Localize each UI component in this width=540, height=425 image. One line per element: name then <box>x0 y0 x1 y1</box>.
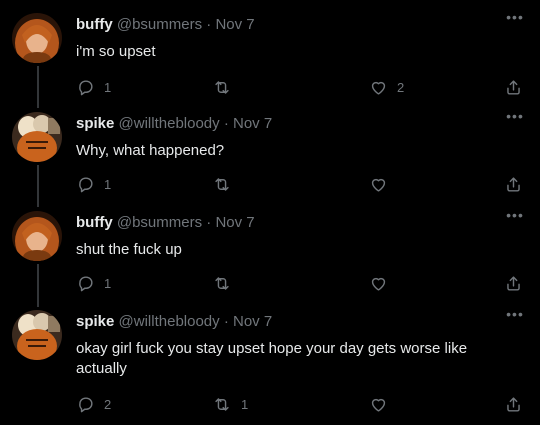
share-icon <box>507 396 520 412</box>
tweet[interactable]: spike @willthebloody · Nov 7 ••• okay gi… <box>0 307 540 415</box>
reply-button[interactable]: 1 <box>76 174 111 194</box>
reply-count: 1 <box>104 275 112 291</box>
tweet-actions: 2 1 <box>0 394 540 414</box>
spike-avatar[interactable] <box>12 112 62 162</box>
like-button[interactable] <box>369 394 397 414</box>
reply-count: 1 <box>104 176 112 192</box>
spike-avatar[interactable] <box>12 310 62 360</box>
display-name[interactable]: buffy <box>76 16 113 33</box>
reply-button[interactable]: 1 <box>76 77 111 97</box>
user-handle[interactable]: @willthebloody <box>119 115 220 132</box>
like-count: 2 <box>397 79 405 95</box>
tweet-header: spike @willthebloody · Nov 7 <box>76 115 272 133</box>
reply-count: 1 <box>104 79 112 95</box>
heart-icon <box>371 81 386 95</box>
tweet-actions: 1 <box>0 273 540 293</box>
more-options-icon[interactable]: ••• <box>505 307 525 324</box>
separator-dot: · <box>223 313 229 330</box>
tweet-header: buffy @bsummers · Nov 7 <box>76 16 255 34</box>
heart-icon <box>371 398 386 412</box>
tweet[interactable]: spike @willthebloody · Nov 7 ••• Why, wh… <box>0 109 540 200</box>
buffy-avatar[interactable] <box>12 13 62 63</box>
tweet-text: shut the fuck up <box>76 241 182 258</box>
more-options-icon[interactable]: ••• <box>505 10 525 27</box>
share-icon <box>507 176 520 192</box>
display-name[interactable]: spike <box>76 313 114 330</box>
share-button[interactable] <box>504 394 523 414</box>
retweet-count: 1 <box>241 396 249 412</box>
tweet-actions: 1 <box>0 174 540 194</box>
tweet-date[interactable]: Nov 7 <box>233 115 272 132</box>
heart-icon <box>371 178 386 192</box>
tweet-actions: 1 2 <box>0 77 540 97</box>
user-handle[interactable]: @bsummers <box>117 16 202 33</box>
like-button[interactable]: 2 <box>369 77 404 97</box>
more-options-icon[interactable]: ••• <box>505 208 525 225</box>
tweet-header: buffy @bsummers · Nov 7 <box>76 214 255 232</box>
tweet-date[interactable]: Nov 7 <box>215 214 254 231</box>
reply-button[interactable]: 1 <box>76 273 111 293</box>
retweet-button[interactable] <box>212 174 241 194</box>
reply-icon <box>79 275 93 291</box>
display-name[interactable]: buffy <box>76 214 113 231</box>
separator-dot: · <box>206 214 212 231</box>
reply-icon <box>79 396 93 412</box>
tweet-text: i'm so upset <box>76 43 156 60</box>
buffy-avatar[interactable] <box>12 211 62 261</box>
user-handle[interactable]: @willthebloody <box>119 313 220 330</box>
like-button[interactable] <box>369 273 397 293</box>
retweet-button[interactable] <box>212 77 241 97</box>
tweet-text: okay girl fuck you stay upset hope your … <box>76 340 468 377</box>
tweet[interactable]: buffy @bsummers · Nov 7 ••• shut the fuc… <box>0 208 540 299</box>
tweet-date[interactable]: Nov 7 <box>215 16 254 33</box>
reply-count: 2 <box>104 396 112 412</box>
separator-dot: · <box>206 16 212 33</box>
user-handle[interactable]: @bsummers <box>117 214 202 231</box>
retweet-icon <box>215 177 229 191</box>
display-name[interactable]: spike <box>76 115 114 132</box>
retweet-icon <box>215 80 229 94</box>
more-options-icon[interactable]: ••• <box>505 109 525 126</box>
reply-icon <box>79 79 93 95</box>
heart-icon <box>371 277 386 291</box>
separator-dot: · <box>223 115 229 132</box>
reply-button[interactable]: 2 <box>76 394 111 414</box>
share-button[interactable] <box>504 77 523 97</box>
share-button[interactable] <box>504 174 523 194</box>
share-button[interactable] <box>504 273 523 293</box>
retweet-button[interactable]: 1 <box>212 394 248 414</box>
retweet-icon <box>215 276 229 290</box>
like-button[interactable] <box>369 174 397 194</box>
reply-icon <box>79 176 93 192</box>
tweet-text: Why, what happened? <box>76 142 225 159</box>
share-icon <box>507 275 520 291</box>
tweet[interactable]: buffy @bsummers · Nov 7 ••• i'm so upset… <box>0 10 540 101</box>
share-icon <box>507 79 520 95</box>
tweet-date[interactable]: Nov 7 <box>233 313 272 330</box>
retweet-button[interactable] <box>212 273 241 293</box>
tweet-header: spike @willthebloody · Nov 7 <box>76 313 272 331</box>
retweet-icon <box>215 397 229 411</box>
